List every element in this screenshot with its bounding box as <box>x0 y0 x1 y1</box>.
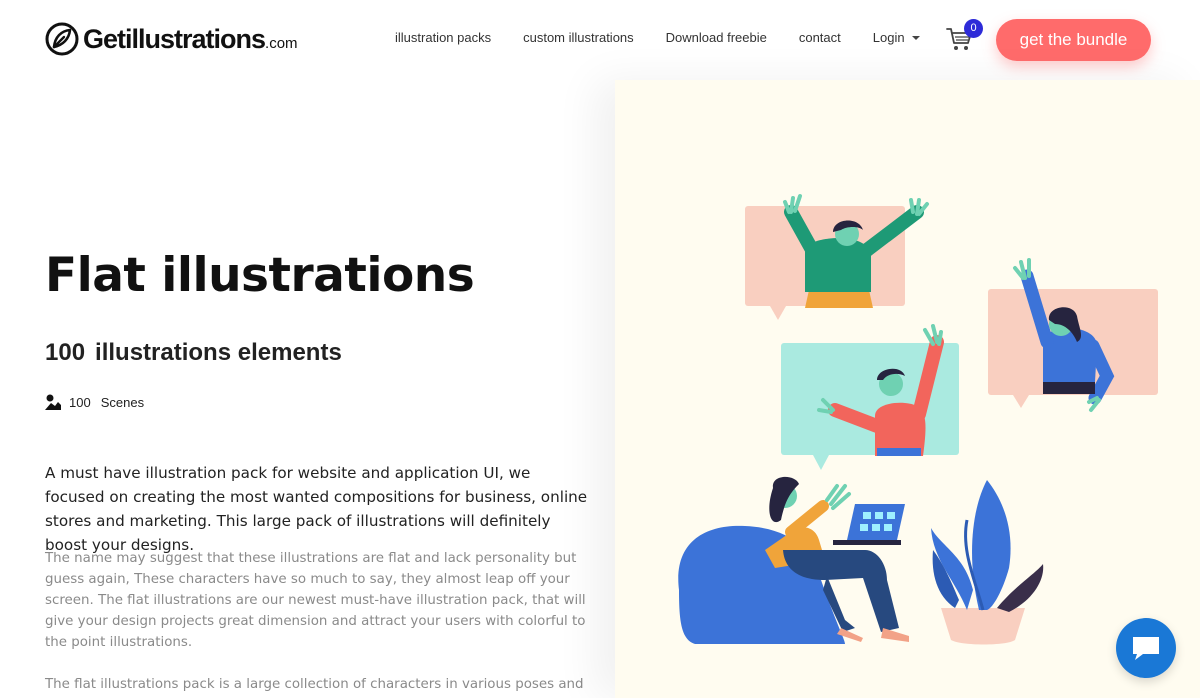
main-menu: illustration packs custom illustrations … <box>395 30 950 45</box>
nav-download-freebie[interactable]: Download freebie <box>666 30 767 45</box>
subtitle-text: illustrations elements <box>95 339 342 366</box>
brand-suffix: .com <box>265 34 298 52</box>
scenes-count: 100 <box>69 395 91 410</box>
nav-login-dropdown[interactable]: Login <box>873 30 920 45</box>
logo[interactable]: Getillustrations.com <box>45 22 298 56</box>
chat-icon <box>1133 637 1159 660</box>
top-navigation: Getillustrations.com illustration packs … <box>0 0 1200 80</box>
nav-custom-illustrations[interactable]: custom illustrations <box>523 30 634 45</box>
nav-contact[interactable]: contact <box>799 30 841 45</box>
hero-illustration <box>678 194 1158 645</box>
description-paragraph: The name may suggest that these illustra… <box>45 551 586 650</box>
lead-paragraph: A must have illustration pack for websit… <box>45 464 588 554</box>
description-paragraph-2: The flat illustrations pack is a large c… <box>45 677 584 692</box>
subtitle-count: 100 <box>45 339 86 366</box>
logo-text: Getillustrations.com <box>83 24 298 55</box>
get-the-bundle-button[interactable]: get the bundle <box>996 19 1151 61</box>
scenes-image-icon <box>45 394 61 410</box>
page-subtitle: 100 illustrations elements <box>45 339 342 367</box>
nav-illustration-packs[interactable]: illustration packs <box>395 30 491 45</box>
logo-mark-icon <box>45 22 79 56</box>
cart-count-badge: 0 <box>964 19 983 38</box>
scenes-label: Scenes <box>100 395 145 410</box>
caret-down-icon <box>911 35 920 40</box>
nav-login-label: Login <box>872 30 905 45</box>
chat-widget-button[interactable] <box>1116 618 1176 678</box>
page-title: Flat illustrations <box>45 248 475 303</box>
brand-name: Getillustrations <box>83 23 266 54</box>
scenes-info: 100 Scenes <box>45 394 144 411</box>
plant <box>931 480 1044 645</box>
